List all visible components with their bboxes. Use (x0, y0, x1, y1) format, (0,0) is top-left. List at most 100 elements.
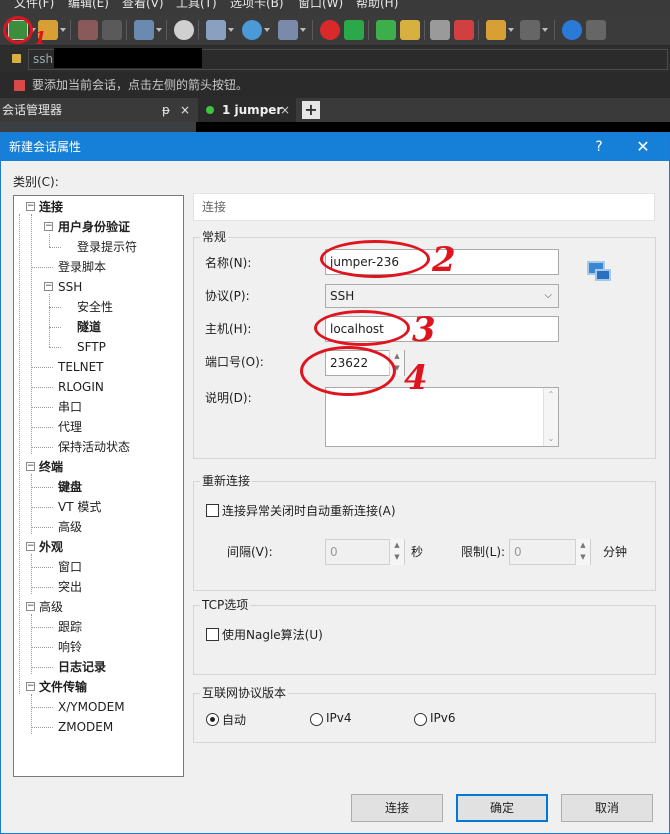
scrollbar[interactable]: ⌃ ⌄ (543, 388, 558, 446)
tree-item-advanced[interactable]: 高级 (39, 598, 63, 616)
tree-item-file-transfer[interactable]: 文件传输 (39, 678, 87, 696)
tree-item-ssh[interactable]: SSH (58, 278, 82, 296)
spinner-down-icon[interactable]: ▼ (576, 551, 590, 563)
ok-button[interactable]: 确定 (456, 794, 548, 822)
add-tab-button[interactable]: + (302, 101, 320, 119)
chevron-down-icon[interactable] (300, 28, 306, 32)
chevron-down-icon[interactable] (156, 28, 162, 32)
ipv4-label[interactable]: IPv4 (326, 711, 352, 725)
chevron-down-icon[interactable] (228, 28, 234, 32)
auto-reconnect-checkbox[interactable] (206, 504, 219, 517)
collapse-icon[interactable]: − (26, 682, 35, 691)
pen-icon[interactable] (454, 20, 474, 40)
chevron-down-icon[interactable] (508, 28, 514, 32)
lock-icon (12, 54, 21, 63)
menu-view[interactable]: 查看(V) (122, 0, 164, 9)
spinner-up-icon[interactable]: ▲ (576, 539, 590, 551)
tree-item-terminal-advanced[interactable]: 高级 (58, 518, 82, 536)
collapse-icon[interactable]: − (26, 462, 35, 471)
keyboard-icon[interactable] (430, 20, 450, 40)
font-icon[interactable] (278, 20, 298, 40)
spinner-down-icon[interactable]: ▼ (390, 551, 404, 563)
tree-item-trace[interactable]: 跟踪 (58, 618, 82, 636)
menu-help[interactable]: 帮助(H) (356, 0, 398, 9)
collapse-icon[interactable]: − (44, 282, 53, 291)
ip-auto-label[interactable]: 自动 (222, 711, 246, 728)
close-button[interactable]: ✕ (625, 133, 661, 161)
globe-icon[interactable] (242, 20, 262, 40)
fullscreen-icon[interactable] (376, 20, 396, 40)
scroll-down-icon[interactable]: ⌄ (544, 432, 558, 446)
collapse-icon[interactable]: − (44, 222, 53, 231)
ip-auto-radio[interactable] (206, 713, 219, 726)
limit-spinner[interactable]: ▲ ▼ (575, 539, 590, 565)
tree-item-keepalive[interactable]: 保持活动状态 (58, 438, 130, 456)
reconnect-icon[interactable] (102, 20, 122, 40)
tree-item-terminal[interactable]: 终端 (39, 458, 63, 476)
chevron-down-icon[interactable] (264, 28, 270, 32)
disconnect-icon[interactable] (78, 20, 98, 40)
auto-reconnect-label[interactable]: 连接异常关闭时自动重新连接(A) (222, 502, 396, 519)
scroll-up-icon[interactable]: ⌃ (544, 388, 558, 402)
menu-tabs[interactable]: 选项卡(B) (230, 0, 284, 9)
nagle-label[interactable]: 使用Nagle算法(U) (222, 626, 323, 643)
tree-item-appearance[interactable]: 外观 (39, 538, 63, 556)
annotation-circle-1 (3, 16, 33, 44)
ipv4-radio[interactable] (310, 713, 323, 726)
tree-item-login-script[interactable]: 登录脚本 (58, 258, 106, 276)
tree-item-connection[interactable]: 连接 (39, 198, 63, 216)
lock-icon[interactable] (400, 20, 420, 40)
ipv6-radio[interactable] (414, 713, 427, 726)
tree-item-logging[interactable]: 日志记录 (58, 658, 106, 676)
tree-item-window[interactable]: 窗口 (58, 558, 82, 576)
protocol-select[interactable]: SSH ⌵ (325, 284, 559, 308)
tree-item-bell[interactable]: 响铃 (58, 638, 82, 656)
tree-item-vt-mode[interactable]: VT 模式 (58, 498, 101, 516)
bookmark-icon[interactable] (14, 80, 25, 91)
menu-file[interactable]: 文件(F) (14, 0, 54, 9)
tree-item-zmodem[interactable]: ZMODEM (58, 718, 113, 736)
chevron-down-icon[interactable] (60, 28, 66, 32)
tree-item-serial[interactable]: 串口 (58, 398, 82, 416)
add-folder-icon[interactable] (486, 20, 506, 40)
close-icon[interactable]: × (280, 98, 290, 122)
menu-tools[interactable]: 工具(T) (176, 0, 217, 9)
tree-item-tunnel[interactable]: 隧道 (77, 318, 101, 336)
close-icon[interactable]: × (180, 98, 190, 122)
tree-item-proxy[interactable]: 代理 (58, 418, 82, 436)
collapse-icon[interactable]: − (26, 202, 35, 211)
panel-icon[interactable] (520, 20, 540, 40)
collapse-icon[interactable]: − (26, 602, 35, 611)
xftp-icon[interactable] (320, 20, 340, 40)
tree-item-login-prompt[interactable]: 登录提示符 (77, 238, 137, 256)
new-window-icon[interactable] (134, 20, 154, 40)
tree-item-security[interactable]: 安全性 (77, 298, 113, 316)
help-icon[interactable] (562, 20, 582, 40)
chevron-down-icon[interactable] (542, 28, 548, 32)
tree-item-highlight[interactable]: 突出 (58, 578, 82, 596)
tree-item-telnet[interactable]: TELNET (58, 358, 104, 376)
pin-icon[interactable]: ᵽ (162, 98, 170, 122)
help-button[interactable]: ? (585, 133, 613, 161)
tree-item-user-auth[interactable]: 用户身份验证 (58, 218, 130, 236)
description-textarea[interactable]: ⌃ ⌄ (325, 387, 559, 447)
cancel-button[interactable]: 取消 (561, 794, 653, 822)
layout-icon[interactable] (206, 20, 226, 40)
tree-item-rlogin[interactable]: RLOGIN (58, 378, 104, 396)
tree-item-xymodem[interactable]: X/YMODEM (58, 698, 125, 716)
tab-jumper[interactable]: 1 jumper × (198, 98, 296, 122)
chat-icon[interactable] (586, 20, 606, 40)
collapse-icon[interactable]: − (26, 542, 35, 551)
xshell-green-icon[interactable] (344, 20, 364, 40)
tree-item-keyboard[interactable]: 键盘 (58, 478, 82, 496)
search-icon[interactable] (174, 20, 194, 40)
tree-item-sftp[interactable]: SFTP (77, 338, 106, 356)
menu-edit[interactable]: 编辑(E) (68, 0, 109, 9)
ipv6-label[interactable]: IPv6 (430, 711, 456, 725)
menu-window[interactable]: 窗口(W) (298, 0, 343, 9)
session-manager-label: 会话管理器 (2, 103, 63, 117)
spinner-up-icon[interactable]: ▲ (390, 539, 404, 551)
connect-button[interactable]: 连接 (351, 794, 443, 822)
nagle-checkbox[interactable] (206, 628, 219, 641)
interval-spinner[interactable]: ▲ ▼ (389, 539, 404, 565)
